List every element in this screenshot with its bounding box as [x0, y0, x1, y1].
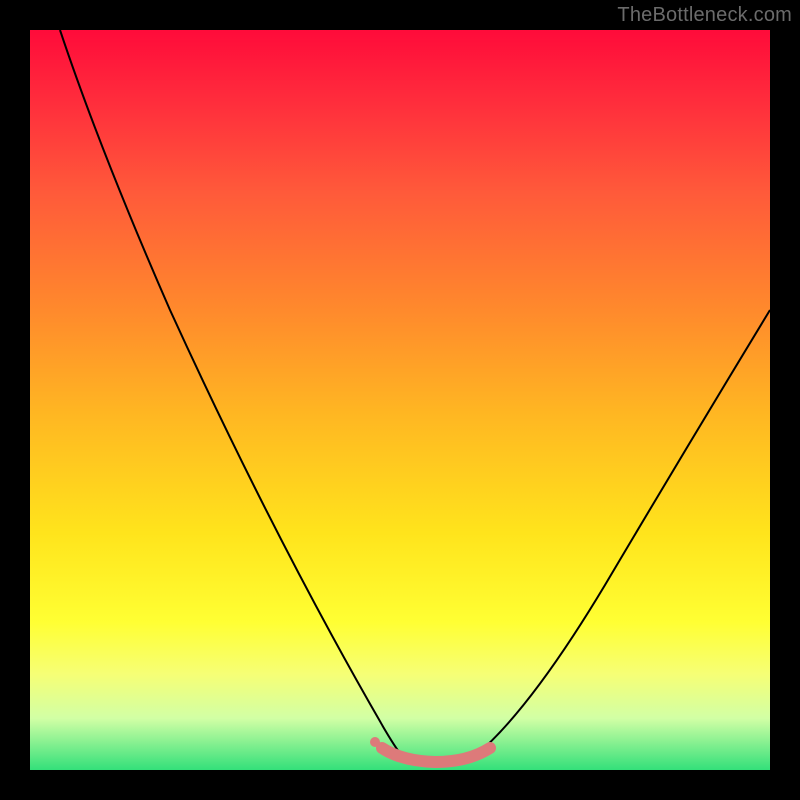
sweet-spot-band	[382, 748, 490, 762]
curve-left	[60, 30, 404, 758]
chart-stage: TheBottleneck.com	[0, 0, 800, 800]
chart-svg	[30, 30, 770, 770]
plot-area	[30, 30, 770, 770]
watermark-text: TheBottleneck.com	[617, 4, 792, 27]
curve-right	[475, 310, 770, 756]
marker-dot	[370, 737, 380, 747]
